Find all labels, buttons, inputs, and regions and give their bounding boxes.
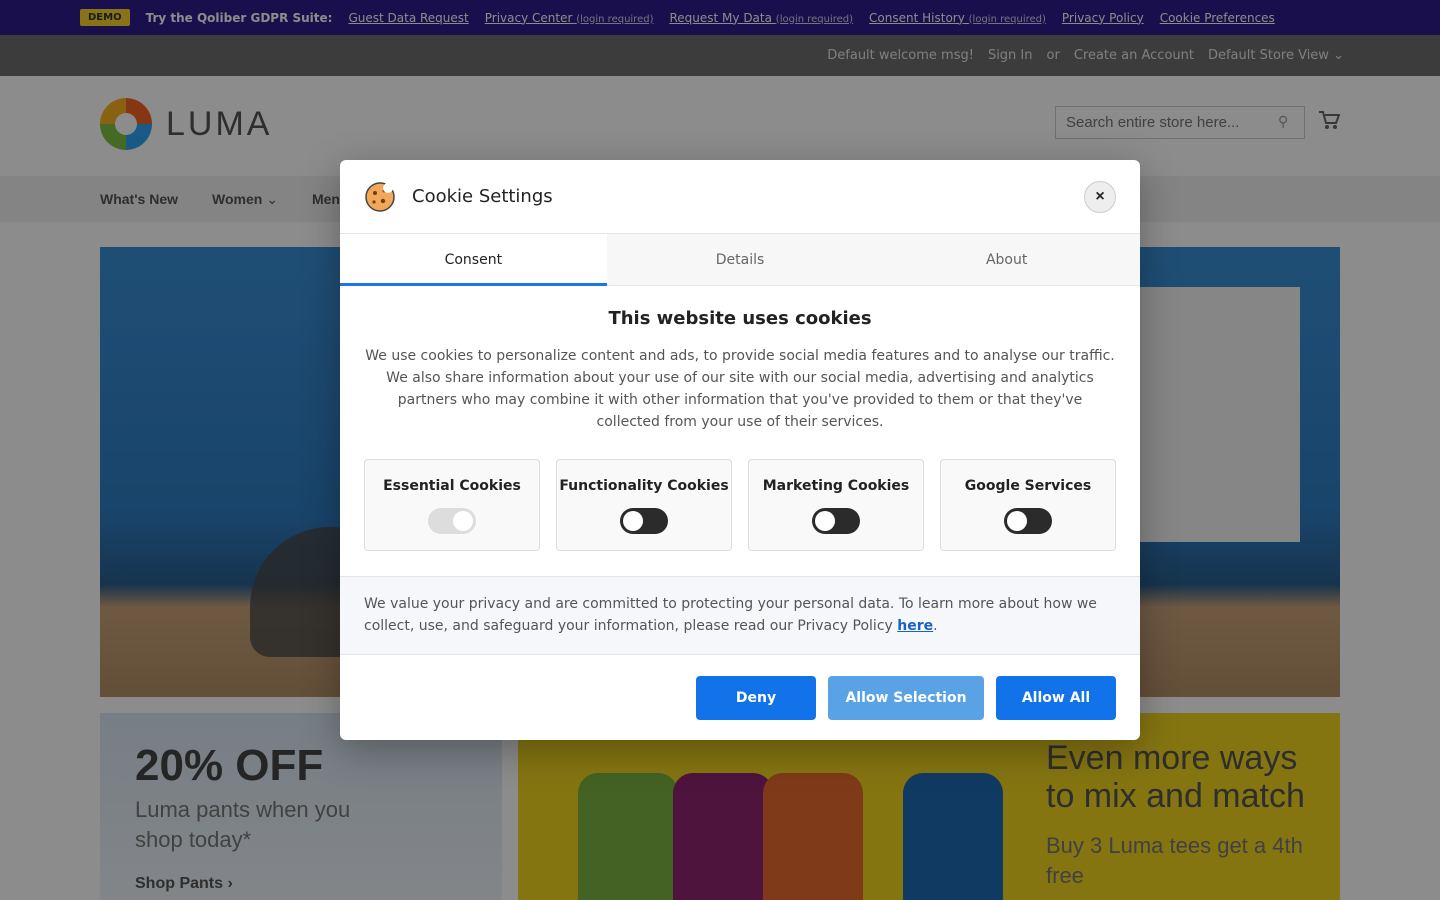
cookie-settings-modal: Cookie Settings × Consent Details About … xyxy=(340,160,1140,740)
tab-consent[interactable]: Consent xyxy=(340,234,607,286)
privacy-note: We value your privacy and are committed … xyxy=(340,576,1140,655)
close-button[interactable]: × xyxy=(1084,181,1116,213)
toggle-label: Google Services xyxy=(964,478,1092,494)
cookie-toggles: Essential Cookies Functionality Cookies … xyxy=(364,459,1116,551)
modal-header: Cookie Settings × xyxy=(340,160,1140,234)
toggle-card-google: Google Services xyxy=(940,459,1116,551)
tab-about[interactable]: About xyxy=(873,234,1140,285)
toggle-card-functionality: Functionality Cookies xyxy=(556,459,732,551)
google-services-switch[interactable] xyxy=(1004,508,1052,534)
toggle-card-marketing: Marketing Cookies xyxy=(748,459,924,551)
toggle-card-essential: Essential Cookies xyxy=(364,459,540,551)
cookie-icon xyxy=(365,181,395,212)
toggle-label: Marketing Cookies xyxy=(762,478,910,494)
privacy-end: . xyxy=(933,618,938,634)
modal-tabs: Consent Details About xyxy=(340,234,1140,286)
body-text: We use cookies to personalize content an… xyxy=(365,348,1115,430)
tab-details[interactable]: Details xyxy=(607,234,874,285)
deny-button[interactable]: Deny xyxy=(696,675,816,720)
allow-all-button[interactable]: Allow All xyxy=(996,675,1116,720)
functionality-cookies-switch[interactable] xyxy=(620,508,668,534)
body-title: This website uses cookies xyxy=(608,308,872,329)
marketing-cookies-switch[interactable] xyxy=(812,508,860,534)
toggle-label: Functionality Cookies xyxy=(559,478,729,494)
allow-selection-button[interactable]: Allow Selection xyxy=(828,675,984,720)
privacy-text: We value your privacy and are committed … xyxy=(364,596,1097,634)
toggle-label: Essential Cookies xyxy=(383,478,521,494)
modal-footer: Deny Allow Selection Allow All xyxy=(340,655,1140,740)
modal-body: This website uses cookies We use cookies… xyxy=(340,286,1140,551)
privacy-policy-link[interactable]: here xyxy=(897,618,933,634)
essential-cookies-switch xyxy=(428,508,476,534)
modal-title: Cookie Settings xyxy=(412,186,553,207)
